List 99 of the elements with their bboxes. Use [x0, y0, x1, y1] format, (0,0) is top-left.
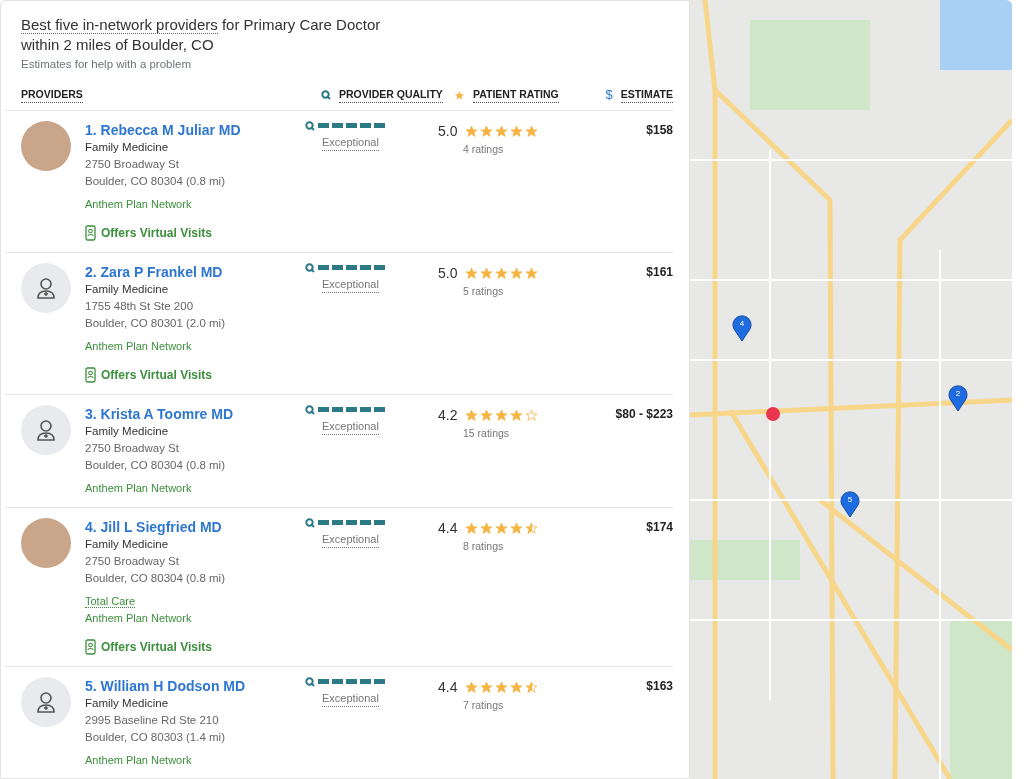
column-header[interactable]: PROVIDER QUALITY — [339, 86, 443, 104]
network-text: Anthem Plan Network — [85, 752, 193, 768]
virtual-visits-text: Offers Virtual Visits — [101, 638, 212, 656]
map-pin[interactable]: 2 — [948, 384, 968, 412]
specialty-text: Family Medicine — [85, 536, 170, 552]
quality-icon — [305, 404, 315, 415]
star-icon — [465, 124, 479, 138]
provider-name-link[interactable]: 3. Krista A Toomre MD — [85, 404, 305, 423]
rating-score: 4.2 — [438, 405, 458, 425]
specialty-text: Family Medicine — [85, 139, 170, 155]
dollar-icon: $ — [605, 85, 613, 105]
person-icon — [36, 276, 56, 299]
quality-icon — [305, 120, 315, 131]
star-icon — [510, 521, 524, 535]
virtual-visits-text: Offers Virtual Visits — [101, 366, 212, 384]
star-icon — [495, 408, 509, 422]
ratings-count: 4 ratings — [463, 141, 505, 157]
address-text: Boulder, CO 80301 (2.0 mi) — [85, 315, 226, 331]
quality-label[interactable]: Exceptional — [322, 689, 379, 708]
virtual-visits-text: Offers Virtual Visits — [101, 224, 212, 242]
phone-video-icon — [85, 639, 96, 656]
address-text: 2750 Broadway St — [85, 156, 180, 172]
star-icon — [480, 521, 494, 535]
star-icon — [495, 124, 509, 138]
star-icon — [480, 124, 494, 138]
star-icon — [525, 680, 539, 694]
phone-video-icon — [85, 367, 96, 384]
map-pin[interactable]: 5 — [840, 490, 860, 518]
star-icon — [480, 408, 494, 422]
star-icon — [510, 408, 524, 422]
provider-name-link[interactable]: 5. William H Dodson MD — [85, 676, 305, 695]
program-link[interactable]: Total Care — [85, 594, 136, 608]
ratings-count: 7 ratings — [463, 697, 505, 713]
person-icon — [36, 418, 56, 441]
estimate-price: $163 — [645, 677, 673, 695]
quality-label[interactable]: Exceptional — [322, 133, 379, 152]
provider-name-link[interactable]: 4. Jill L Siegfried MD — [85, 517, 305, 536]
address-text: 2995 Baseline Rd Ste 210 — [85, 712, 220, 728]
estimate-price: $161 — [645, 263, 673, 281]
quality-icon — [305, 262, 315, 273]
location-dot — [766, 407, 780, 421]
estimate-price: $158 — [645, 121, 673, 139]
address-text: Boulder, CO 80304 (0.8 mi) — [85, 457, 226, 473]
map-pin[interactable]: 4 — [732, 314, 752, 342]
quality-label[interactable]: Exceptional — [322, 530, 379, 549]
star-icon — [465, 521, 479, 535]
address-text: Boulder, CO 80304 (0.8 mi) — [85, 173, 226, 189]
network-text: Anthem Plan Network — [85, 196, 193, 212]
star-icon — [495, 521, 509, 535]
star-icon — [454, 89, 465, 101]
heading-text: Best five in-network providers for Primary Care Doctor within 2 miles of Boulder, CO — [21, 15, 382, 55]
star-icon — [495, 266, 509, 280]
star-icon — [510, 124, 524, 138]
star-icon — [525, 124, 539, 138]
star-icon — [525, 521, 539, 535]
network-text: Anthem Plan Network — [85, 480, 193, 496]
star-icon — [525, 408, 539, 422]
ratings-count: 8 ratings — [463, 538, 505, 554]
specialty-text: Family Medicine — [85, 281, 170, 297]
address-text: Boulder, CO 80304 (0.8 mi) — [85, 570, 226, 586]
provider-name-link[interactable]: 1. Rebecca M Juliar MD — [85, 120, 305, 139]
star-icon — [525, 266, 539, 280]
rating-score: 5.0 — [438, 263, 458, 283]
provider-name-link[interactable]: 2. Zara P Frankel MD — [85, 262, 305, 281]
subtitle: Estimates for help with a problem — [21, 57, 193, 72]
ratings-count: 5 ratings — [463, 283, 505, 299]
map-drawing[interactable] — [690, 0, 1012, 779]
phone-video-icon — [85, 225, 96, 242]
star-icon — [465, 266, 479, 280]
quality-icon — [321, 90, 331, 100]
address-text: 2750 Broadway St — [85, 440, 180, 456]
rating-score: 5.0 — [438, 121, 458, 141]
address-text: Boulder, CO 80303 (1.4 mi) — [85, 729, 226, 745]
estimate-price: $174 — [645, 518, 673, 536]
specialty-text: Family Medicine — [85, 695, 170, 711]
rating-score: 4.4 — [438, 518, 458, 538]
star-icon — [510, 266, 524, 280]
estimate-price: $80 - $223 — [614, 405, 673, 423]
star-icon — [465, 408, 479, 422]
ratings-count: 15 ratings — [463, 425, 511, 441]
star-icon — [480, 266, 494, 280]
column-header[interactable]: ESTIMATE — [620, 86, 673, 104]
star-icon — [495, 680, 509, 694]
star-icon — [465, 680, 479, 694]
person-icon — [36, 690, 56, 713]
network-text: Anthem Plan Network — [85, 338, 193, 354]
quality-icon — [305, 517, 315, 528]
specialty-text: Family Medicine — [85, 423, 170, 439]
quality-icon — [305, 676, 315, 687]
quality-label[interactable]: Exceptional — [322, 417, 379, 436]
star-icon — [510, 680, 524, 694]
column-header[interactable]: PROVIDERS — [21, 86, 83, 104]
address-text: 1755 48th St Ste 200 — [85, 298, 195, 314]
address-text: 2750 Broadway St — [85, 553, 180, 569]
column-header[interactable]: PATIENT RATING — [473, 86, 559, 104]
quality-label[interactable]: Exceptional — [322, 275, 379, 294]
network-text: Anthem Plan Network — [85, 610, 193, 626]
star-icon — [480, 680, 494, 694]
rating-score: 4.4 — [438, 677, 458, 697]
